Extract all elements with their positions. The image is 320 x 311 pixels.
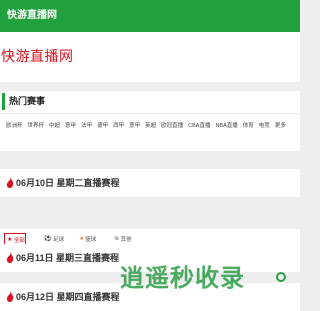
divider: [0, 113, 300, 114]
site-name[interactable]: 快游直播网: [7, 10, 57, 21]
day-section-header: 06月10日 星期二直播赛程: [0, 169, 300, 197]
hot-link[interactable]: 意甲: [65, 121, 76, 129]
tab-basketball-label: 篮球: [85, 236, 97, 243]
hot-link[interactable]: CBA直播: [188, 121, 210, 129]
watermark: 逍遥秒收录: [120, 265, 245, 292]
flame-icon: [6, 291, 14, 302]
hot-link[interactable]: 体育: [243, 121, 254, 129]
watermark-dot: [276, 272, 286, 282]
hot-events-title: 热门赛事: [2, 93, 45, 110]
hot-link[interactable]: 电竞: [259, 121, 270, 129]
hot-events-links: 欧洲杯 世界杯 中超 意甲 法甲 德甲 西甲 意甲 英超 欧冠直播 CBA直播 …: [6, 121, 286, 129]
tab-other-label: 其他: [120, 236, 132, 243]
hot-link[interactable]: 法甲: [81, 121, 92, 129]
hot-link[interactable]: 世界杯: [28, 121, 45, 129]
hot-link[interactable]: 意甲: [129, 121, 140, 129]
day-title: 06月10日 星期二直播赛程: [16, 178, 120, 188]
hot-link[interactable]: 西甲: [113, 121, 124, 129]
flame-icon: [6, 252, 14, 263]
hot-events-panel: 热门赛事 欧洲杯 世界杯 中超 意甲 法甲 德甲 西甲 意甲 英超 欧冠直播 C…: [0, 91, 300, 151]
hot-link[interactable]: 欧洲杯: [6, 121, 23, 129]
hot-link[interactable]: 英超: [145, 121, 156, 129]
flame-icon: [6, 177, 14, 188]
tab-football-label: 足球: [53, 236, 65, 243]
hot-link[interactable]: 中超: [49, 121, 60, 129]
hot-link[interactable]: 欧冠直播: [161, 121, 183, 129]
hot-link[interactable]: 德甲: [97, 121, 108, 129]
logo-band: 快游直播网: [0, 32, 300, 82]
hot-link[interactable]: NBA直播: [215, 121, 237, 129]
hot-link[interactable]: 更多: [275, 121, 286, 129]
top-bar: 快游直播网: [0, 0, 300, 32]
day-title: 06月11日 星期三直播赛程: [16, 253, 120, 263]
logo[interactable]: 快游直播网: [1, 46, 74, 66]
day-title: 06月12日 星期四直播赛程: [16, 292, 120, 302]
